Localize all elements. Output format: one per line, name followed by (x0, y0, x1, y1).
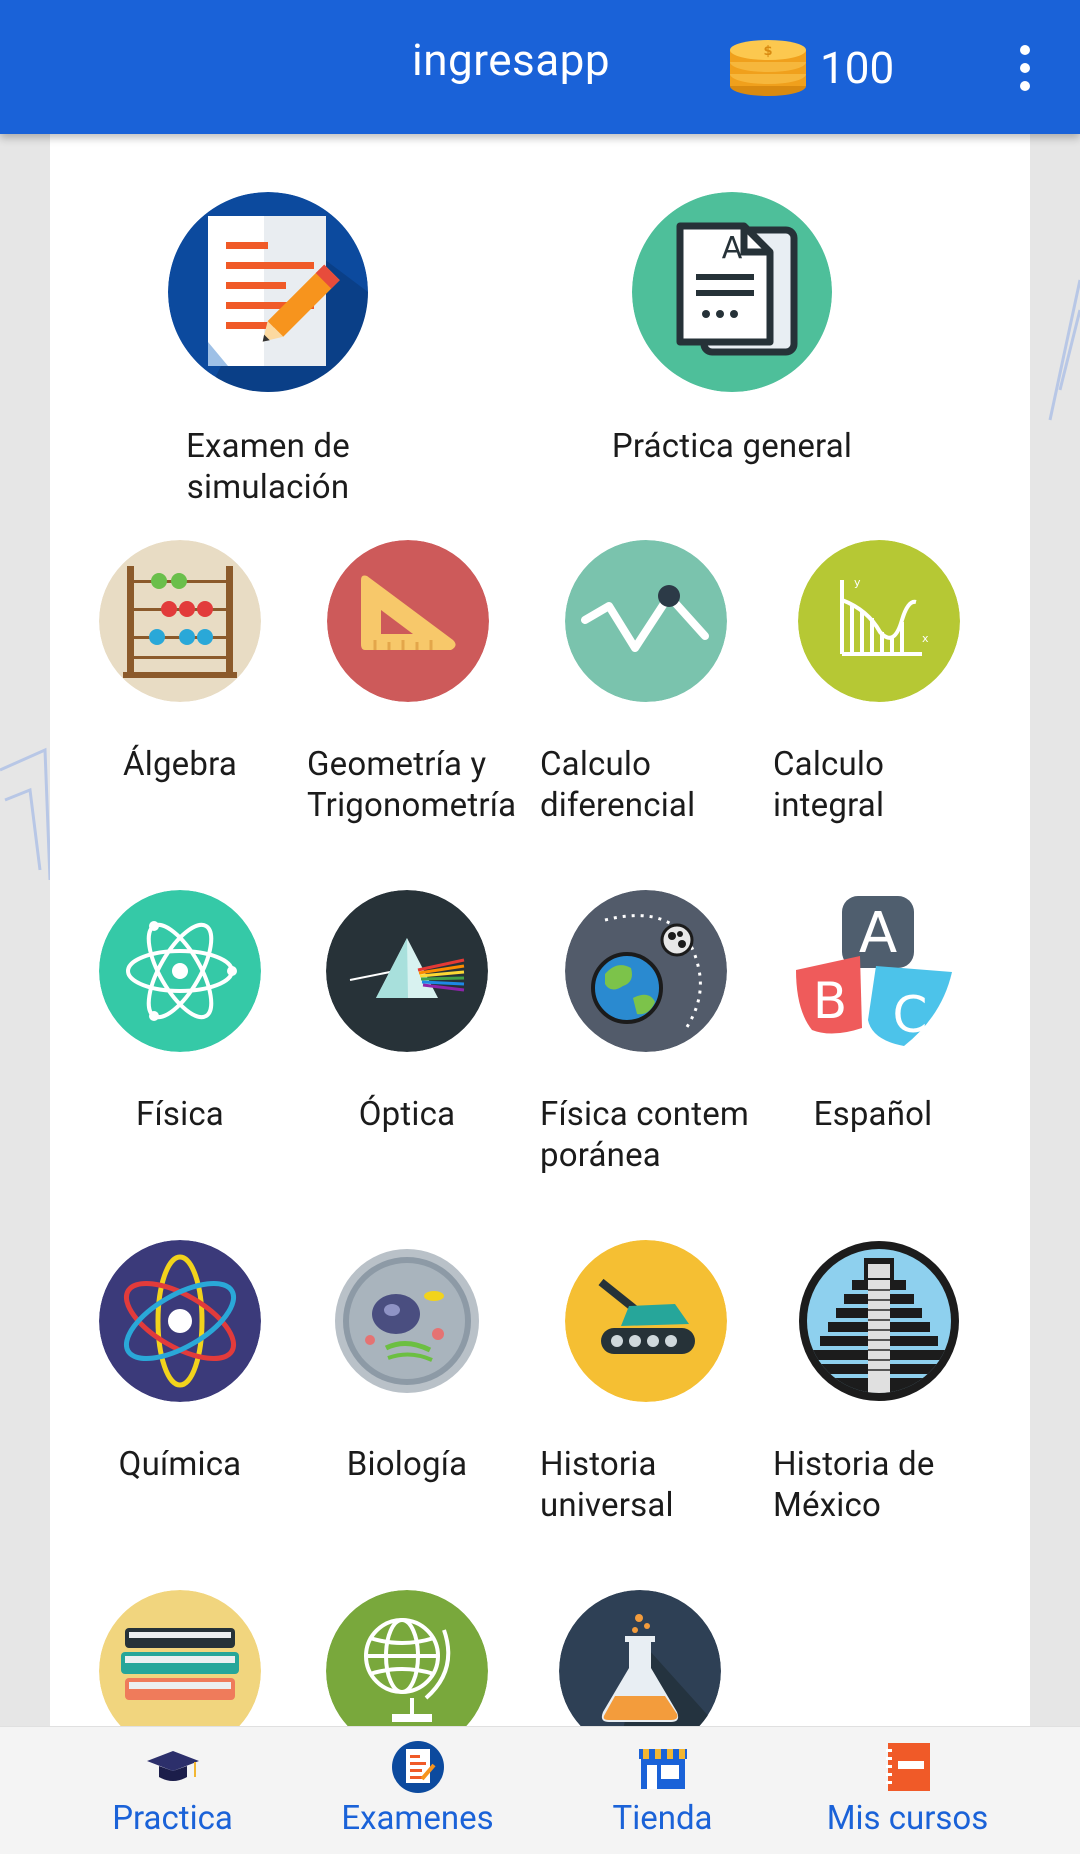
planet-orbit-icon (565, 890, 727, 1052)
tile-row5-flask[interactable] (540, 1590, 740, 1726)
prism-icon (326, 890, 488, 1052)
tile-label-line: poránea (540, 1136, 661, 1175)
tile-row5-books[interactable] (80, 1590, 280, 1726)
tile-biologia[interactable]: Biología (307, 1240, 507, 1485)
abc-blocks-icon: A B C (796, 896, 952, 1046)
nav-label: Tienda (612, 1799, 713, 1838)
tile-label: Biología (346, 1445, 468, 1484)
tile-label-line: diferencial (540, 786, 696, 825)
tile-label-line: Física contem (540, 1095, 750, 1134)
integral-graph-icon: y x (798, 540, 960, 702)
tile-label-line: México (773, 1486, 881, 1525)
tile-label-line: Calculo (773, 745, 885, 784)
nav-label: Practica (112, 1799, 233, 1838)
documents-icon: A (632, 192, 832, 392)
tile-fisica[interactable]: Física (80, 890, 280, 1135)
nav-examenes[interactable]: Examenes (295, 1727, 540, 1854)
svg-text:x: x (922, 632, 929, 645)
tile-label: Física (136, 1095, 224, 1134)
svg-text:A: A (722, 231, 743, 266)
svg-text:B: B (813, 972, 847, 1030)
tile-label-line: Historia de (773, 1445, 935, 1484)
tile-label: Calculo integral (773, 744, 973, 826)
tile-examen-simulacion[interactable]: Examen de simulación (108, 192, 428, 508)
svg-text:A: A (859, 901, 897, 966)
bottom-navigation: Practica Examenes Tienda Mis cursos (0, 1726, 1080, 1854)
exam-document-icon (168, 192, 368, 392)
tile-label: Historia de México (773, 1444, 973, 1526)
courses-icon (885, 1743, 930, 1791)
tile-label: Álgebra (123, 745, 237, 784)
tile-label-line: Calculo (540, 745, 652, 784)
nav-label: Examenes (341, 1799, 494, 1838)
tile-quimica[interactable]: Química (80, 1240, 280, 1485)
svg-text:$: $ (763, 44, 772, 59)
more-vert-icon[interactable] (1005, 36, 1045, 100)
tile-calculo-diferencial[interactable]: Calculo diferencial (540, 540, 740, 826)
tile-fisica-contemporanea[interactable]: Física contem poránea (540, 890, 760, 1176)
exam-icon (391, 1741, 444, 1793)
tile-label: Examen de simulación (186, 427, 350, 507)
tile-algebra[interactable]: Álgebra (80, 540, 280, 785)
graduation-cap-icon (146, 1751, 199, 1781)
line-graph-icon (565, 540, 727, 702)
nav-label: Mis cursos (826, 1799, 989, 1838)
atom-icon (99, 890, 261, 1052)
cell-icon (335, 1249, 479, 1393)
tile-practica-general[interactable]: A Práctica general (572, 192, 892, 467)
tile-label: Física contem poránea (540, 1094, 760, 1176)
nav-tienda[interactable]: Tienda (540, 1727, 785, 1854)
nav-mis-cursos[interactable]: Mis cursos (785, 1727, 1030, 1854)
tile-espanol[interactable]: A B C Español (773, 890, 973, 1135)
tile-label-line: Trigonometría (307, 786, 517, 825)
books-icon (99, 1590, 261, 1726)
set-square-icon (327, 540, 489, 702)
tile-label: Español (813, 1095, 933, 1134)
tank-icon (565, 1240, 727, 1402)
tile-geometria[interactable]: Geometría y Trigonometría (307, 540, 517, 826)
tile-optica[interactable]: Óptica (307, 890, 507, 1135)
courses-grid: Examen de simulación A Práctica general (50, 134, 1030, 1726)
coins-count: 100 (820, 42, 895, 94)
svg-text:y: y (854, 576, 861, 589)
flask-icon (559, 1590, 721, 1726)
app-bar: ingresapp $ 100 (0, 0, 1080, 134)
tile-row5-globe[interactable] (307, 1590, 507, 1726)
tile-historia-mexico[interactable]: Historia de México (773, 1240, 973, 1526)
tile-label: Química (118, 1445, 242, 1484)
store-icon (638, 1749, 687, 1789)
tile-label-line: integral (773, 786, 885, 825)
tile-label-line: Geometría y (307, 745, 487, 784)
tile-label: Geometría y Trigonometría (307, 744, 517, 826)
tile-label: Calculo diferencial (540, 744, 740, 826)
tile-historia-universal[interactable]: Historia universal (540, 1240, 740, 1526)
svg-text:C: C (893, 986, 928, 1044)
tile-calculo-integral[interactable]: y x Calculo integral (773, 540, 973, 826)
tile-label: Óptica (358, 1095, 456, 1134)
tile-label-line: Historia (540, 1445, 657, 1484)
coins-icon[interactable]: $ (726, 38, 810, 98)
globe-icon (326, 1590, 488, 1726)
nav-practica[interactable]: Practica (50, 1727, 295, 1854)
abacus-icon (99, 540, 261, 702)
tile-label: Historia universal (540, 1444, 740, 1526)
app-title: ingresapp (412, 34, 611, 86)
tile-label-line: universal (540, 1486, 674, 1525)
atom-orbit-icon (99, 1240, 261, 1402)
background-decoration (0, 747, 50, 881)
tile-label: Práctica general (611, 427, 853, 466)
pyramid-icon (799, 1241, 959, 1401)
